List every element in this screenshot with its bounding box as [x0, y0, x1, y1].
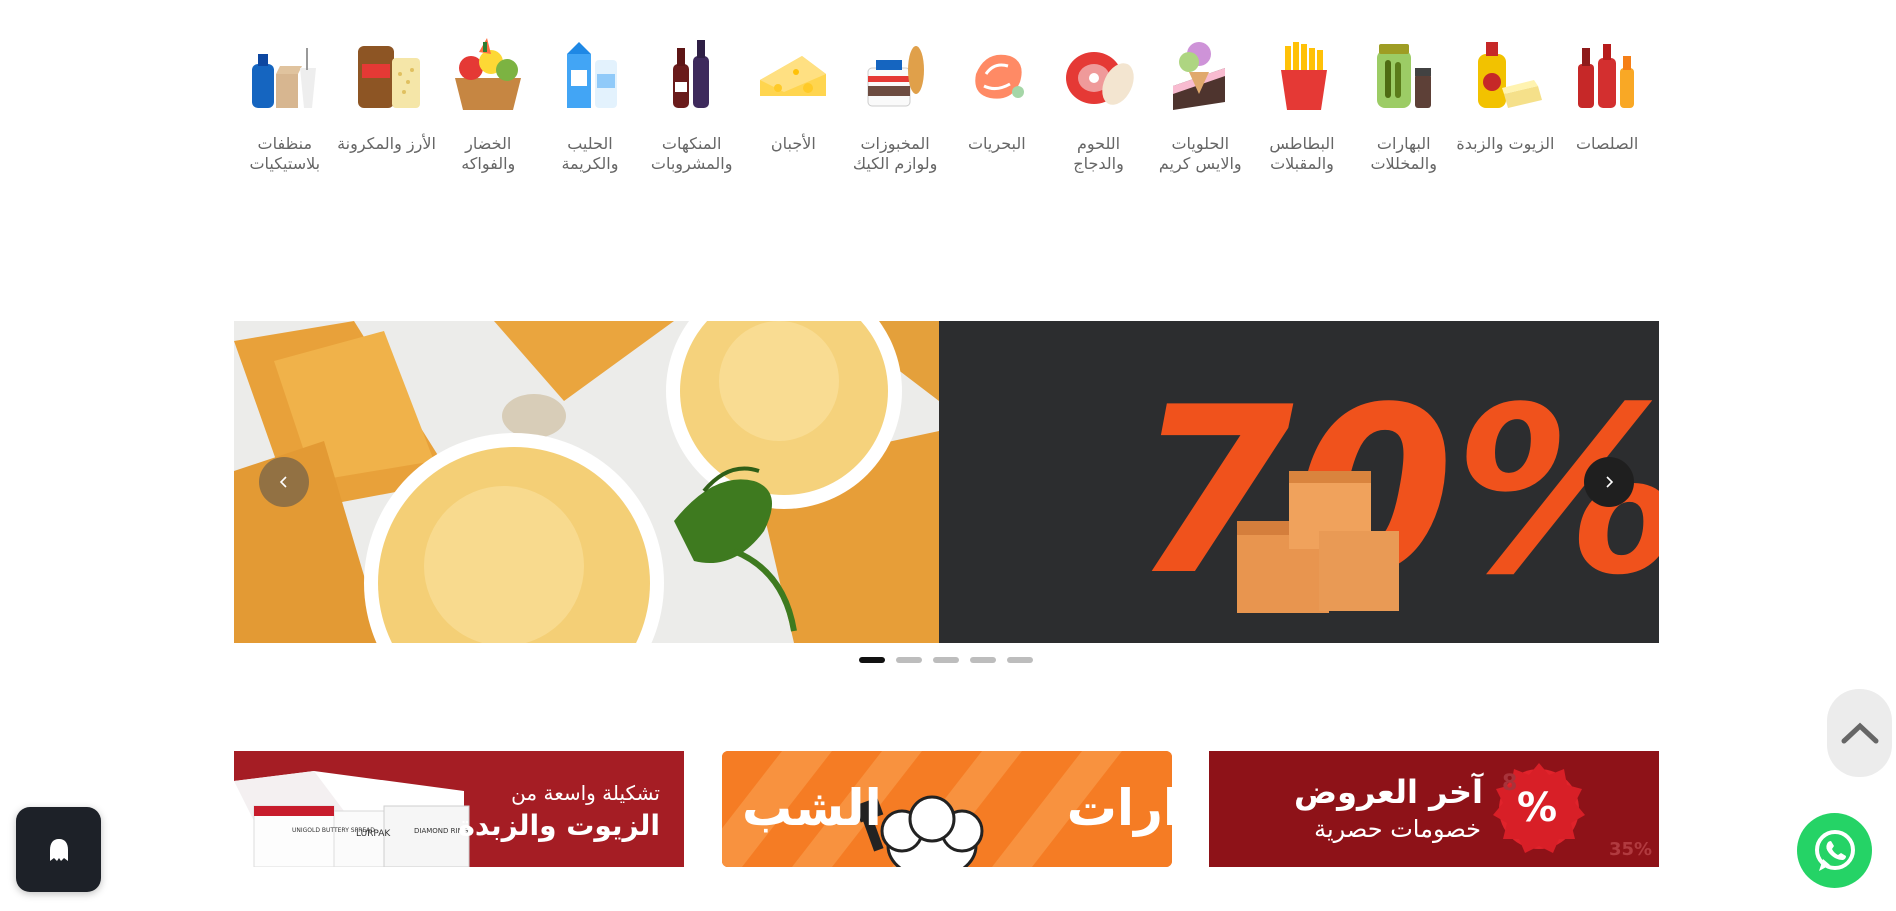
slider-next-button[interactable]: [1584, 457, 1634, 507]
scroll-to-top-button[interactable]: [1827, 689, 1892, 777]
chat-bubble-icon: [49, 838, 68, 861]
category-label: الصلصات: [1575, 134, 1639, 153]
category-item[interactable]: البهارات والمخللات: [1353, 30, 1455, 190]
category-image: [748, 30, 838, 120]
fries-icon: [1280, 42, 1327, 110]
category-label: الأرز والمكرونة: [337, 134, 436, 153]
snacks-banner[interactable]: الشب ارات: [722, 751, 1172, 867]
offers-corner-text: 35%: [1609, 839, 1653, 860]
category-image: [952, 30, 1042, 120]
category-strip: الصلصات الزيوت والزبدة البهارات والمخللات ا…: [234, 30, 1658, 190]
category-image: [1359, 30, 1449, 120]
latest-offers-banner[interactable]: % آخر العروض خصومات حصرية 35% 8: [1209, 751, 1659, 867]
category-label: البحريات: [967, 134, 1026, 153]
slider-dot[interactable]: [970, 657, 996, 663]
seafood-icon: [975, 54, 1024, 99]
category-item[interactable]: الصلصات: [1556, 30, 1658, 190]
slider-dot[interactable]: [933, 657, 959, 663]
category-item[interactable]: الحليب والكريمة: [539, 30, 641, 190]
oils-banner-line1: تشكيلة واسعة من: [511, 781, 660, 805]
category-label: المخبوزات ولوازم الكيك: [852, 134, 938, 173]
category-image: [545, 30, 635, 120]
sauces-icon: [1578, 44, 1635, 108]
brand-lurpak: LURPAK: [356, 829, 391, 839]
category-item[interactable]: الزيوت والزبدة: [1455, 30, 1557, 190]
slider-pagination: [859, 657, 1033, 663]
category-label: منظفات بلاستيكيات: [249, 134, 321, 173]
snacks-banner-text-right: ارات: [1066, 779, 1172, 837]
category-label: الحليب والكريمة: [561, 134, 619, 173]
category-label: الزيوت والزبدة: [1456, 134, 1555, 153]
category-item[interactable]: المنكهات والمشروبات: [641, 30, 743, 190]
category-image: [1257, 30, 1347, 120]
slider-dot[interactable]: [896, 657, 922, 663]
slider-dot[interactable]: [859, 657, 885, 663]
category-image: [1460, 30, 1550, 120]
cheese-dip-slide: [234, 321, 939, 643]
category-item[interactable]: الخضار والفواكه: [437, 30, 539, 190]
chevron-up-icon: [1841, 722, 1878, 744]
snacks-banner-text-left: الشب: [742, 779, 882, 837]
bakery-icon: [867, 46, 925, 107]
category-image: [850, 30, 940, 120]
category-image: [1562, 30, 1652, 120]
category-image: [647, 30, 737, 120]
category-image: [1054, 30, 1144, 120]
slider-prev-button[interactable]: [259, 457, 309, 507]
category-label: الأجبان: [770, 134, 816, 153]
spices-pickles-icon: [1376, 44, 1431, 108]
category-item[interactable]: منظفات بلاستيكيات: [234, 30, 336, 190]
chevron-right-icon: [1606, 476, 1614, 488]
oils-banner-line2: الزيوت والزبدة: [458, 809, 660, 842]
slider-dot[interactable]: [1007, 657, 1033, 663]
rice-icon: [357, 46, 420, 108]
chat-widget-button[interactable]: [16, 807, 101, 892]
whatsapp-button[interactable]: [1797, 813, 1872, 888]
category-item[interactable]: الأرز والمكرونة: [336, 30, 438, 190]
category-label: اللحوم والدجاج: [1073, 134, 1124, 173]
milk-icon: [566, 42, 617, 108]
hero-slider: 70%: [234, 321, 1659, 643]
oils-butter-banner[interactable]: UNIGOLD BUTTERY SPREAD LURPAK DIAMOND RI…: [234, 751, 684, 867]
category-item[interactable]: الحلويات والايس كريم: [1149, 30, 1251, 190]
desserts-icon: [1173, 42, 1226, 110]
category-item[interactable]: الأجبان: [743, 30, 845, 190]
category-item[interactable]: اللحوم والدجاج: [1048, 30, 1150, 190]
category-item[interactable]: البطاطس والمقبلات: [1251, 30, 1353, 190]
chevron-left-icon: [279, 476, 287, 488]
category-label: الحلويات والايس كريم: [1158, 134, 1242, 173]
offers-corner-number: 8: [1502, 771, 1518, 796]
nachos-cheese-image: [234, 321, 939, 643]
category-label: البطاطس والمقبلات: [1269, 134, 1335, 173]
offers-title: آخر العروض: [1294, 773, 1483, 811]
category-label: البهارات والمخللات: [1370, 134, 1437, 173]
category-image: [1155, 30, 1245, 120]
category-image: [443, 30, 533, 120]
category-image: [240, 30, 330, 120]
drinks-icon: [672, 40, 709, 108]
category-label: الخضار والفواكه: [461, 134, 516, 173]
whatsapp-icon: [1814, 829, 1855, 871]
oils-butter-icon: [1478, 42, 1543, 108]
category-label: المنكهات والمشروبات: [650, 134, 733, 173]
vegetables-icon: [455, 38, 522, 110]
meat-icon: [1065, 52, 1134, 105]
cheese-icon: [760, 56, 827, 96]
category-item[interactable]: البحريات: [946, 30, 1048, 190]
category-image: [342, 30, 432, 120]
category-item[interactable]: المخبوزات ولوازم الكيك: [844, 30, 946, 190]
cleaning-icon: [251, 48, 316, 108]
percent-badge: %: [1517, 785, 1558, 831]
offers-subtitle: خصومات حصرية: [1314, 815, 1481, 843]
discount-slide: 70%: [939, 321, 1659, 643]
discount-70-image: 70%: [939, 321, 1659, 643]
